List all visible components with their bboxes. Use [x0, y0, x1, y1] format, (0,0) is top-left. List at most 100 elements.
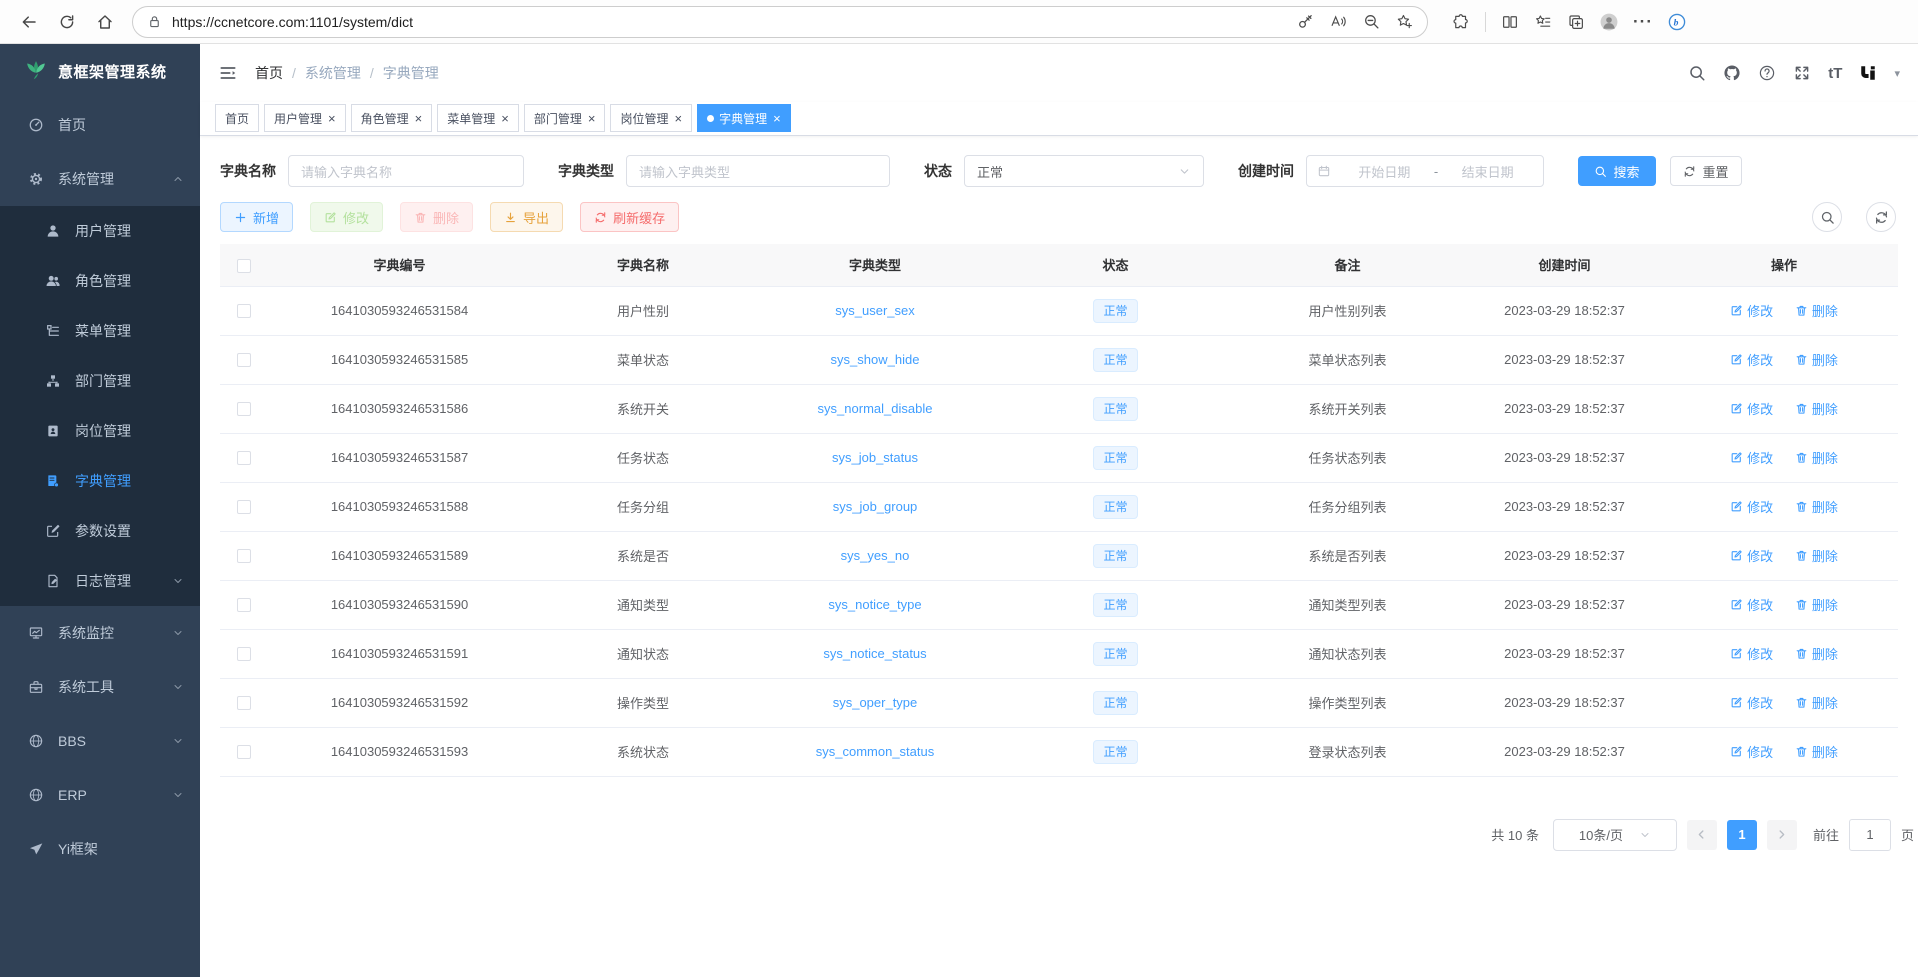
close-icon[interactable]: ×	[501, 112, 509, 125]
row-delete-link[interactable]: 删除	[1795, 693, 1838, 712]
row-edit-link[interactable]: 修改	[1730, 742, 1773, 761]
select-all-checkbox[interactable]	[237, 259, 251, 273]
row-edit-link[interactable]: 修改	[1730, 595, 1773, 614]
search-button[interactable]: 搜索	[1578, 156, 1656, 186]
sidebar-item[interactable]: 角色管理	[0, 256, 200, 306]
sidebar-item[interactable]: 参数设置	[0, 506, 200, 556]
tab[interactable]: 用户管理 ×	[264, 104, 346, 132]
row-edit-link[interactable]: 修改	[1730, 693, 1773, 712]
row-edit-link[interactable]: 修改	[1730, 301, 1773, 320]
refresh-cache-button[interactable]: 刷新缓存	[580, 202, 679, 232]
goto-page-input[interactable]: 1	[1849, 819, 1891, 851]
row-checkbox[interactable]	[237, 745, 251, 759]
sidebar-item[interactable]: 系统管理	[0, 152, 200, 206]
sidebar-item[interactable]: 岗位管理	[0, 406, 200, 456]
dict-type-link[interactable]: sys_job_status	[832, 450, 918, 465]
add-button[interactable]: 新增	[220, 202, 293, 232]
sidebar-item[interactable]: 日志管理	[0, 556, 200, 606]
end-date-input[interactable]: 结束日期	[1442, 162, 1533, 181]
dict-type-link[interactable]: sys_job_group	[833, 499, 918, 514]
tab[interactable]: 菜单管理 ×	[437, 104, 519, 132]
sidebar-item[interactable]: 菜单管理	[0, 306, 200, 356]
row-edit-link[interactable]: 修改	[1730, 497, 1773, 516]
add-favorite-icon[interactable]	[1396, 13, 1413, 30]
font-size-icon[interactable]: tT	[1828, 65, 1842, 82]
browser-menu-icon[interactable]: ···	[1633, 17, 1653, 27]
row-delete-link[interactable]: 删除	[1795, 301, 1838, 320]
header-search-icon[interactable]	[1688, 64, 1706, 82]
user-avatar[interactable]	[1859, 64, 1877, 82]
row-edit-link[interactable]: 修改	[1730, 399, 1773, 418]
row-checkbox[interactable]	[237, 304, 251, 318]
app-logo[interactable]: 意框架管理系统	[0, 44, 200, 98]
date-range-picker[interactable]: 开始日期 - 结束日期	[1306, 155, 1544, 187]
breadcrumb-item[interactable]: 首页	[255, 63, 283, 83]
close-icon[interactable]: ×	[415, 112, 423, 125]
row-delete-link[interactable]: 删除	[1795, 448, 1838, 467]
close-icon[interactable]: ×	[588, 112, 596, 125]
close-icon[interactable]: ×	[328, 112, 336, 125]
url-text[interactable]: https://ccnetcore.com:1101/system/dict	[172, 14, 1297, 30]
row-delete-link[interactable]: 删除	[1795, 350, 1838, 369]
sidebar-toggle-icon[interactable]	[218, 63, 238, 83]
extensions-icon[interactable]	[1452, 13, 1470, 31]
row-checkbox[interactable]	[237, 647, 251, 661]
sidebar-item[interactable]: Yi框架	[0, 822, 200, 876]
row-checkbox[interactable]	[237, 451, 251, 465]
sidebar-item[interactable]: 字典管理	[0, 456, 200, 506]
browser-refresh-button[interactable]	[50, 6, 84, 38]
tab[interactable]: 字典管理 ×	[697, 104, 791, 132]
read-aloud-icon[interactable]	[1330, 13, 1347, 30]
refresh-table-button[interactable]	[1866, 202, 1896, 232]
tab[interactable]: 岗位管理 ×	[610, 104, 692, 132]
sidebar-item[interactable]: BBS	[0, 714, 200, 768]
browser-back-button[interactable]	[12, 6, 46, 38]
avatar-caret-icon[interactable]: ▾	[1894, 67, 1900, 80]
tab[interactable]: 部门管理 ×	[524, 104, 606, 132]
row-delete-link[interactable]: 删除	[1795, 644, 1838, 663]
status-select[interactable]: 正常	[964, 155, 1204, 187]
dict-type-link[interactable]: sys_normal_disable	[818, 401, 933, 416]
row-checkbox[interactable]	[237, 500, 251, 514]
dict-type-input[interactable]: 请输入字典类型	[626, 155, 890, 187]
collections-icon[interactable]	[1567, 13, 1585, 31]
sidebar-item[interactable]: 部门管理	[0, 356, 200, 406]
row-delete-link[interactable]: 删除	[1795, 399, 1838, 418]
address-bar[interactable]: https://ccnetcore.com:1101/system/dict	[132, 6, 1428, 38]
dict-type-link[interactable]: sys_user_sex	[835, 303, 914, 318]
row-edit-link[interactable]: 修改	[1730, 448, 1773, 467]
sidebar-item[interactable]: ERP	[0, 768, 200, 822]
close-icon[interactable]: ×	[773, 112, 781, 125]
dict-type-link[interactable]: sys_notice_status	[823, 646, 926, 661]
delete-button[interactable]: 删除	[400, 202, 473, 232]
toggle-search-button[interactable]	[1812, 202, 1842, 232]
split-screen-icon[interactable]	[1501, 13, 1519, 31]
row-edit-link[interactable]: 修改	[1730, 644, 1773, 663]
sidebar-item[interactable]: 系统监控	[0, 606, 200, 660]
dict-name-input[interactable]: 请输入字典名称	[288, 155, 524, 187]
edit-button[interactable]: 修改	[310, 202, 383, 232]
row-delete-link[interactable]: 删除	[1795, 497, 1838, 516]
browser-home-button[interactable]	[88, 6, 122, 38]
tab[interactable]: 角色管理 ×	[351, 104, 433, 132]
sidebar-item[interactable]: 用户管理	[0, 206, 200, 256]
dict-type-link[interactable]: sys_yes_no	[841, 548, 910, 563]
sidebar-item[interactable]: 首页	[0, 98, 200, 152]
reset-button[interactable]: 重置	[1670, 156, 1742, 186]
fullscreen-icon[interactable]	[1793, 64, 1811, 82]
zoom-out-icon[interactable]	[1363, 13, 1380, 30]
dict-type-link[interactable]: sys_common_status	[816, 744, 935, 759]
prev-page-button[interactable]	[1687, 820, 1717, 850]
tab[interactable]: 首页	[215, 104, 259, 132]
password-icon[interactable]	[1297, 13, 1314, 30]
row-checkbox[interactable]	[237, 549, 251, 563]
current-page-button[interactable]: 1	[1727, 820, 1757, 850]
row-checkbox[interactable]	[237, 353, 251, 367]
row-delete-link[interactable]: 删除	[1795, 595, 1838, 614]
browser-profile-avatar[interactable]	[1600, 13, 1618, 31]
row-delete-link[interactable]: 删除	[1795, 546, 1838, 565]
start-date-input[interactable]: 开始日期	[1339, 162, 1430, 181]
bing-copilot-icon[interactable]: b	[1668, 13, 1686, 31]
row-delete-link[interactable]: 删除	[1795, 742, 1838, 761]
row-edit-link[interactable]: 修改	[1730, 350, 1773, 369]
